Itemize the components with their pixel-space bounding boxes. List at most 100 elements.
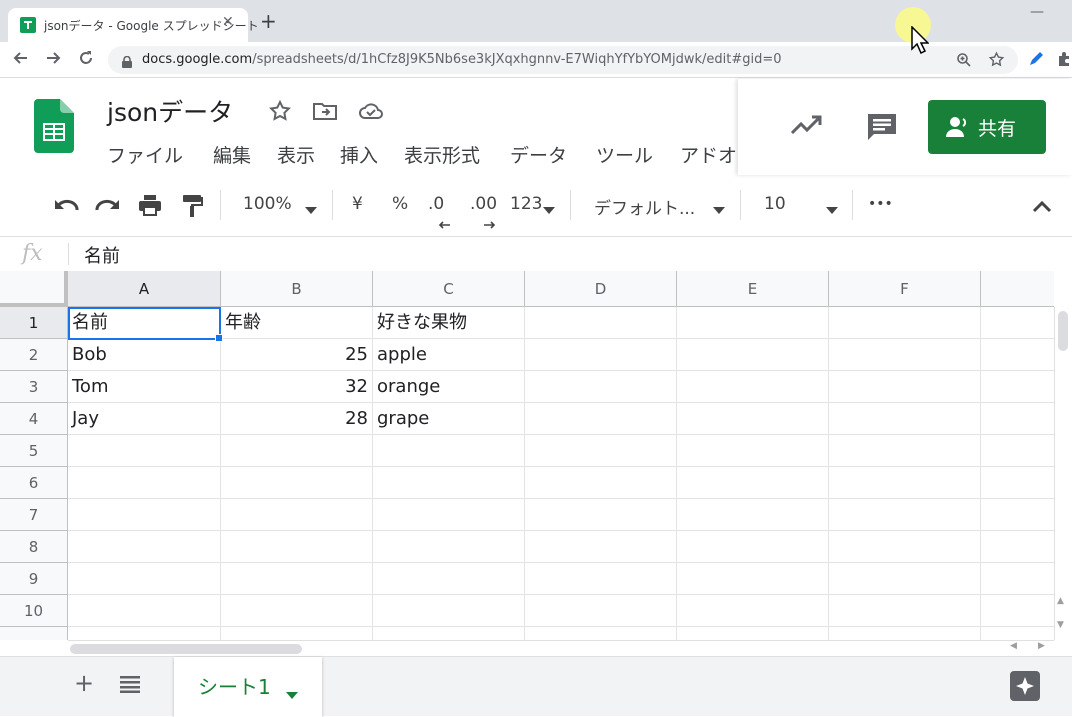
font-size-dropdown-icon[interactable] — [826, 200, 838, 220]
sheet-tab-dropdown-icon[interactable] — [286, 681, 298, 705]
minimize-button[interactable]: — — [1030, 4, 1044, 20]
activity-trend-icon[interactable] — [790, 113, 822, 141]
cell-a3[interactable]: Tom — [68, 371, 221, 403]
cell-partial[interactable] — [829, 627, 981, 640]
cell-c10[interactable] — [373, 595, 525, 627]
row-header-4[interactable]: 4 — [0, 403, 68, 435]
cell-d6[interactable] — [525, 467, 677, 499]
more-tools-button[interactable]: ••• — [868, 196, 893, 212]
vertical-scrollbar[interactable] — [1054, 307, 1072, 640]
cell-d5[interactable] — [525, 435, 677, 467]
formula-input[interactable]: 名前 — [84, 242, 120, 268]
document-title[interactable]: jsonデータ — [107, 93, 233, 129]
cell-a10[interactable] — [68, 595, 221, 627]
cell-c2[interactable]: apple — [373, 339, 525, 371]
column-header-e[interactable]: E — [677, 271, 829, 307]
cell-c4[interactable]: grape — [373, 403, 525, 435]
cell-f5[interactable] — [829, 435, 981, 467]
font-dropdown-icon[interactable] — [713, 200, 725, 220]
sheets-logo-icon[interactable] — [34, 99, 74, 153]
scroll-up-arrow-icon[interactable]: ▲ — [1057, 596, 1064, 606]
row-header-9[interactable]: 9 — [0, 563, 68, 595]
cell-partial[interactable] — [981, 371, 1054, 403]
address-bar[interactable]: docs.google.com/spreadsheets/d/1hCfz8J9K… — [108, 46, 1018, 74]
cell-e10[interactable] — [677, 595, 829, 627]
cell-a5[interactable] — [68, 435, 221, 467]
menu-insert[interactable]: 挿入 — [340, 141, 378, 168]
cell-a1[interactable]: 名前 — [68, 307, 221, 339]
print-icon[interactable] — [138, 194, 162, 221]
star-icon[interactable] — [268, 99, 292, 127]
row-header-5[interactable]: 5 — [0, 435, 68, 467]
cell-c3[interactable]: orange — [373, 371, 525, 403]
cell-f8[interactable] — [829, 531, 981, 563]
menu-file[interactable]: ファイル — [107, 141, 183, 168]
pen-extension-icon[interactable] — [1028, 51, 1044, 71]
percent-format-button[interactable]: % — [392, 194, 408, 214]
cell-f2[interactable] — [829, 339, 981, 371]
cell-d3[interactable] — [525, 371, 677, 403]
row-header-2[interactable]: 2 — [0, 339, 68, 371]
cell-b4[interactable]: 28 — [221, 403, 373, 435]
add-sheet-button[interactable]: + — [74, 669, 94, 697]
cell-f4[interactable] — [829, 403, 981, 435]
scroll-down-arrow-icon[interactable]: ▼ — [1057, 620, 1064, 630]
undo-icon[interactable] — [54, 196, 80, 221]
menu-format[interactable]: 表示形式 — [404, 141, 480, 168]
scroll-right-arrow-icon[interactable]: ▶ — [1038, 641, 1045, 651]
fill-handle[interactable] — [215, 334, 223, 342]
increase-decimal-button[interactable]: .00 — [470, 194, 497, 229]
cell-partial[interactable] — [981, 403, 1054, 435]
cell-b3[interactable]: 32 — [221, 371, 373, 403]
row-header-6[interactable]: 6 — [0, 467, 68, 499]
back-icon[interactable] — [12, 49, 30, 72]
comments-icon[interactable] — [866, 112, 898, 148]
cell-a9[interactable] — [68, 563, 221, 595]
cell-a7[interactable] — [68, 499, 221, 531]
menu-addons[interactable]: アドオ — [680, 141, 738, 168]
cloud-saved-icon[interactable] — [358, 99, 384, 127]
cell-b7[interactable] — [221, 499, 373, 531]
column-header-partial[interactable] — [981, 271, 1054, 307]
tab-close-icon[interactable]: ✕ — [222, 14, 234, 30]
cell-partial[interactable] — [981, 339, 1054, 371]
cell-partial[interactable] — [677, 627, 829, 640]
column-header-b[interactable]: B — [221, 271, 373, 307]
row-header-3[interactable]: 3 — [0, 371, 68, 403]
zoom-icon[interactable] — [956, 52, 972, 72]
cell-partial[interactable] — [981, 563, 1054, 595]
sheet-tab-1[interactable]: シート1 — [174, 657, 322, 717]
cell-f1[interactable] — [829, 307, 981, 339]
column-header-f[interactable]: F — [829, 271, 981, 307]
all-sheets-icon[interactable] — [120, 675, 140, 697]
menu-data[interactable]: データ — [510, 141, 567, 168]
cell-d9[interactable] — [525, 563, 677, 595]
extensions-puzzle-icon[interactable] — [1056, 51, 1072, 71]
cell-partial[interactable] — [981, 595, 1054, 627]
cell-b1[interactable]: 年齢 — [221, 307, 373, 339]
cell-a8[interactable] — [68, 531, 221, 563]
cell-a6[interactable] — [68, 467, 221, 499]
lock-icon[interactable] — [122, 53, 132, 68]
explore-button[interactable] — [1010, 671, 1040, 701]
vertical-scroll-thumb[interactable] — [1058, 311, 1068, 351]
cell-b6[interactable] — [221, 467, 373, 499]
more-formats-dropdown-icon[interactable] — [543, 200, 555, 220]
cell-e8[interactable] — [677, 531, 829, 563]
cell-partial[interactable] — [981, 499, 1054, 531]
browser-tab[interactable]: jsonデータ - Google スプレッドシート ✕ — [8, 8, 259, 42]
cell-e3[interactable] — [677, 371, 829, 403]
share-button[interactable]: 共有 — [928, 100, 1046, 154]
menu-tools[interactable]: ツール — [596, 141, 653, 168]
cell-b2[interactable]: 25 — [221, 339, 373, 371]
cell-d8[interactable] — [525, 531, 677, 563]
horizontal-scroll-thumb[interactable] — [70, 644, 302, 654]
cell-b9[interactable] — [221, 563, 373, 595]
forward-icon[interactable] — [44, 49, 62, 72]
zoom-select[interactable]: 100% — [243, 194, 292, 214]
cell-f7[interactable] — [829, 499, 981, 531]
cell-e4[interactable] — [677, 403, 829, 435]
menu-edit[interactable]: 編集 — [213, 141, 251, 168]
cell-e6[interactable] — [677, 467, 829, 499]
cell-c6[interactable] — [373, 467, 525, 499]
